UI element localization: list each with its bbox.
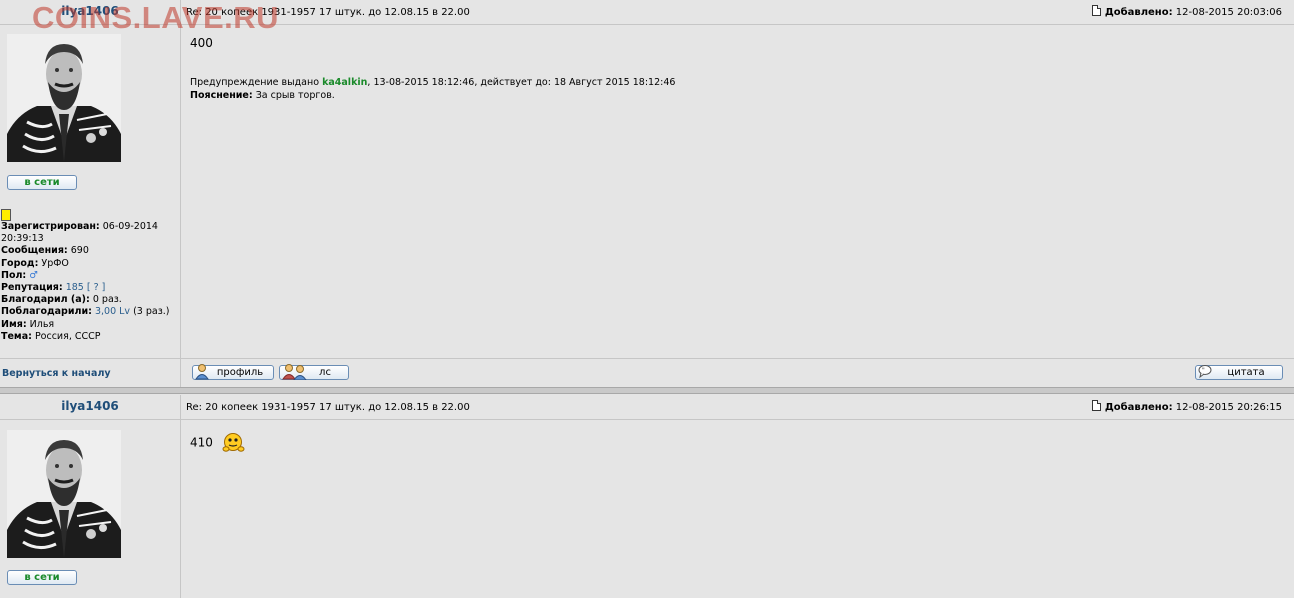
post-subject: Re: 20 копеек 1931-1957 17 штук. до 12.0… [186, 402, 470, 413]
avatar [7, 34, 121, 162]
post-content: 410 [181, 420, 1294, 598]
post-date: Добавлено: 12-08-2015 20:03:06 [1091, 0, 1282, 26]
post-author-panel: в сети [0, 420, 181, 598]
post-link-icon[interactable] [1091, 5, 1101, 16]
post-header: ilya1406 Re: 20 копеек 1931-1957 17 штук… [0, 395, 1294, 420]
reputation-link[interactable]: 185 [66, 282, 84, 293]
post-separator [0, 387, 1294, 394]
profile-button[interactable]: профиль [192, 364, 274, 380]
post-body: 400 [190, 36, 213, 50]
moderator-warning: Предупреждение выдано ka4alkin, 13-08-20… [190, 77, 676, 101]
post-footer: Вернуться к началу профиль лс " цитата [0, 358, 1294, 388]
user-info: Зарегистрирован: 06-09-2014 20:39:13 Соо… [1, 221, 170, 342]
male-icon: ♂ [29, 269, 38, 281]
post-content: 400 Предупреждение выдано ka4alkin, 13-0… [181, 25, 1294, 358]
post-date: Добавлено: 12-08-2015 20:26:15 [1091, 395, 1282, 421]
quote-button[interactable]: " цитата [1195, 365, 1283, 380]
speech-bubble-icon: " [1198, 365, 1212, 379]
smiley-icon [222, 433, 245, 452]
post-link-icon[interactable] [1091, 400, 1101, 411]
online-status-badge: в сети [7, 175, 77, 190]
back-to-top-link[interactable]: Вернуться к началу [2, 368, 111, 379]
svg-text:": " [1202, 367, 1205, 374]
site-watermark: COINS.LAVE.RU [32, 0, 280, 35]
post-author-panel: в сети Зарегистрирован: 06-09-2014 20:39… [0, 25, 181, 358]
users-icon [282, 364, 307, 380]
post-author[interactable]: ilya1406 [0, 395, 181, 419]
private-message-button[interactable]: лс [279, 364, 349, 380]
online-status-badge: в сети [7, 570, 77, 585]
post-body: 410 [190, 432, 246, 454]
rank-square-icon [1, 209, 11, 221]
avatar [7, 430, 121, 558]
reputation-help-link[interactable]: [ ? ] [87, 282, 106, 293]
thanks-link[interactable]: 3,00 Lv [95, 306, 130, 317]
user-icon [195, 364, 209, 380]
moderator-link[interactable]: ka4alkin [322, 77, 367, 88]
